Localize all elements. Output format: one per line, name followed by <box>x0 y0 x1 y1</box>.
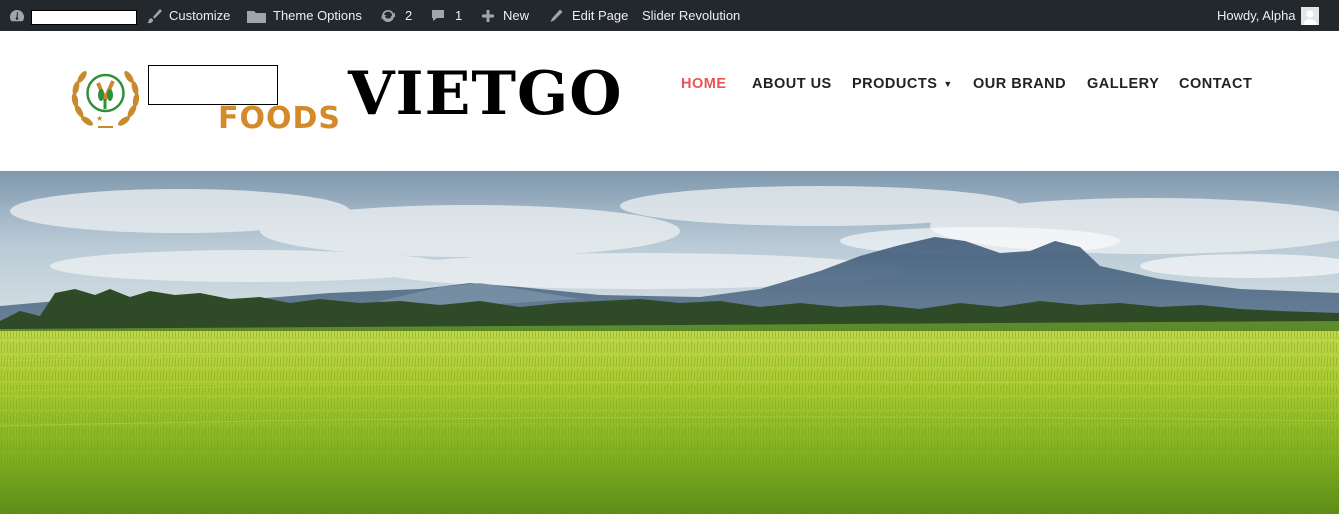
hero-slider[interactable] <box>0 171 1339 514</box>
pencil-icon <box>548 7 564 25</box>
customize-label: Customize <box>169 8 231 23</box>
updates-count: 2 <box>405 8 413 23</box>
nav-our-brand[interactable]: OUR BRAND <box>973 74 1066 94</box>
theme-options-label: Theme Options <box>273 8 362 23</box>
logo-foods-text: FOODS <box>218 101 342 136</box>
new-label: New <box>503 8 530 23</box>
site-logo[interactable]: ★ <box>68 63 143 135</box>
customize-link[interactable]: Customize <box>145 0 230 31</box>
svg-text:★: ★ <box>96 114 103 123</box>
theme-options-link[interactable]: Theme Options <box>246 0 362 31</box>
greeting-label: Howdy, Alpha <box>1217 8 1296 23</box>
comments-count: 1 <box>455 8 463 23</box>
nav-home[interactable]: HOME <box>681 74 727 94</box>
nav-about-us[interactable]: ABOUT US <box>752 74 832 94</box>
admin-bar: Customize Theme Options 2 1 New Edit Pag… <box>0 0 1339 31</box>
edit-page-link[interactable]: Edit Page <box>548 0 628 31</box>
slider-revolution-label: Slider Revolution <box>642 8 741 23</box>
refresh-icon <box>379 7 397 25</box>
caret-down-icon: ▼ <box>943 79 953 90</box>
rice-field-landscape-image <box>0 171 1339 514</box>
site-header: ★ FOODS VIETGO HOME ABOUT US PRODUCTS ▼ O… <box>0 31 1339 171</box>
my-account-menu[interactable]: Howdy, Alpha <box>1217 0 1319 31</box>
folder-icon <box>246 7 267 25</box>
nav-contact[interactable]: CONTACT <box>1179 74 1252 94</box>
updates-link[interactable]: 2 <box>379 0 412 31</box>
nav-products-label: PRODUCTS <box>852 76 938 92</box>
avatar-icon <box>1300 6 1319 25</box>
redacted-logo-text <box>148 65 278 105</box>
brush-icon <box>145 7 163 25</box>
nav-products[interactable]: PRODUCTS ▼ <box>852 74 953 94</box>
site-title[interactable]: VIETGO <box>348 59 623 129</box>
slider-revolution-link[interactable]: Slider Revolution <box>642 0 740 31</box>
redacted-site-name[interactable] <box>31 10 137 25</box>
comments-link[interactable]: 1 <box>429 0 462 31</box>
edit-page-label: Edit Page <box>572 8 629 23</box>
site-dashboard-menu[interactable] <box>8 0 26 31</box>
dashboard-icon <box>8 7 26 25</box>
comment-icon <box>429 7 447 25</box>
plus-icon <box>480 7 496 25</box>
nav-gallery[interactable]: GALLERY <box>1087 74 1159 94</box>
new-content-link[interactable]: New <box>480 0 529 31</box>
logo-wreath-emblem: ★ <box>71 71 140 128</box>
